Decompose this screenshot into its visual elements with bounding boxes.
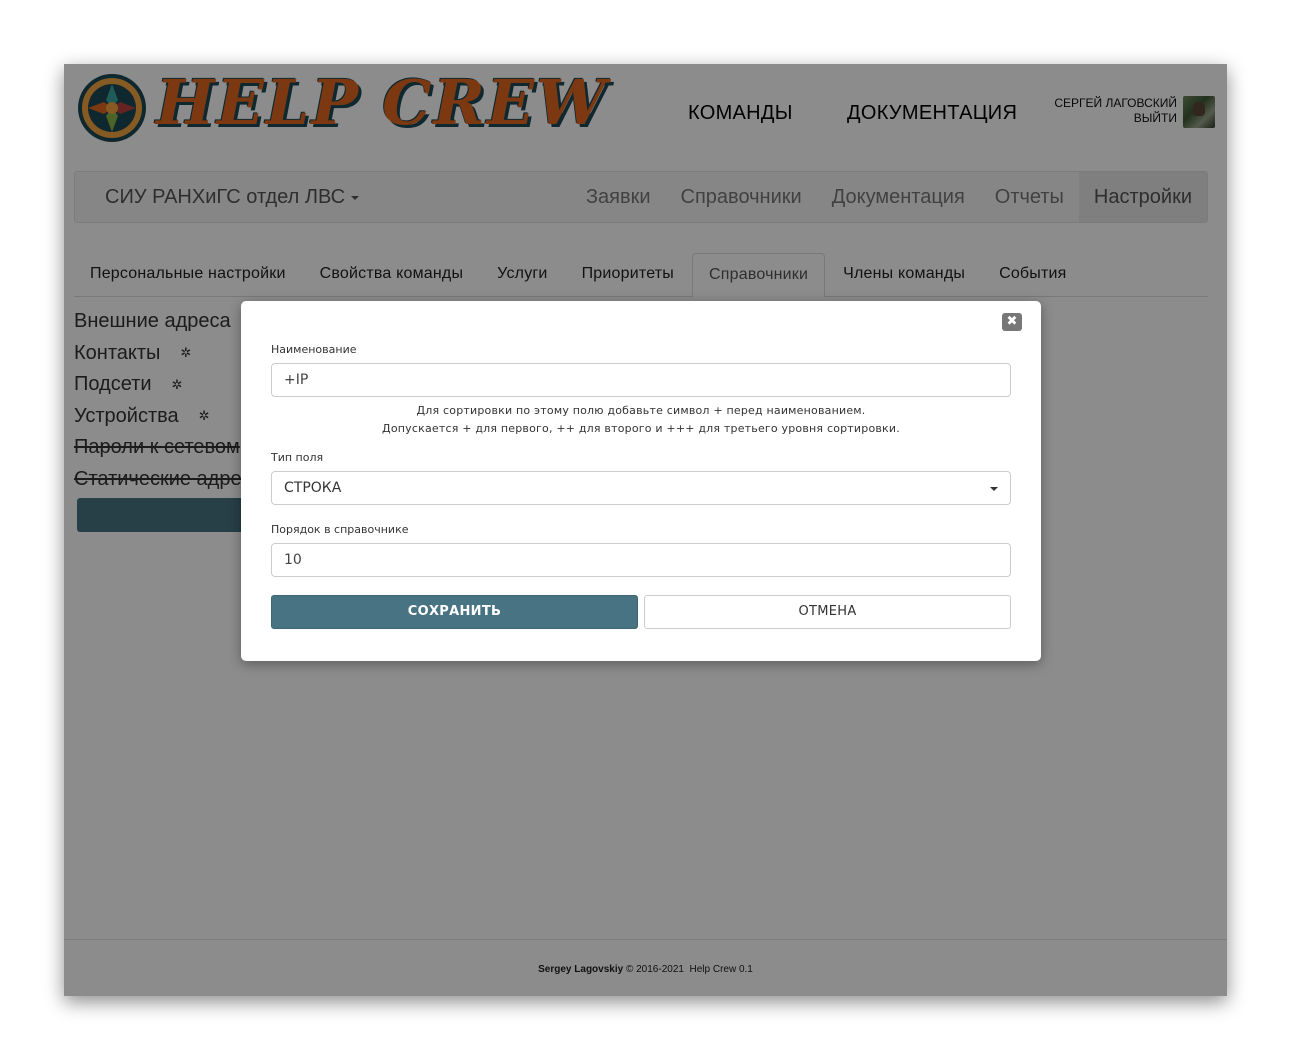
field-type-label: Тип поля [271, 451, 324, 464]
save-button[interactable]: СОХРАНИТЬ [271, 595, 638, 629]
name-label: Наименование [271, 343, 357, 356]
sorting-help-line-2: Допускается + для первого, ++ для второг… [382, 422, 900, 435]
app-window: HELP CREW КОМАНДЫ ДОКУМЕНТАЦИЯ СЕРГЕЙ ЛАГ… [64, 64, 1227, 996]
order-input[interactable]: 10 [271, 543, 1011, 577]
field-type-select[interactable]: СТРОКА [271, 471, 1011, 505]
sorting-help-line-1: Для сортировки по этому полю добавьте си… [416, 404, 866, 417]
field-edit-dialog: ✖ Наименование +IP Для сортировки по это… [241, 301, 1041, 661]
field-type-value: СТРОКА [284, 480, 342, 496]
chevron-down-icon [990, 487, 998, 491]
cancel-button[interactable]: ОТМЕНА [644, 595, 1011, 629]
sorting-help-text: Для сортировки по этому полю добавьте си… [271, 402, 1011, 438]
name-input[interactable]: +IP [271, 363, 1011, 397]
order-label: Порядок в справочнике [271, 523, 409, 536]
close-icon[interactable]: ✖ [1002, 313, 1022, 331]
